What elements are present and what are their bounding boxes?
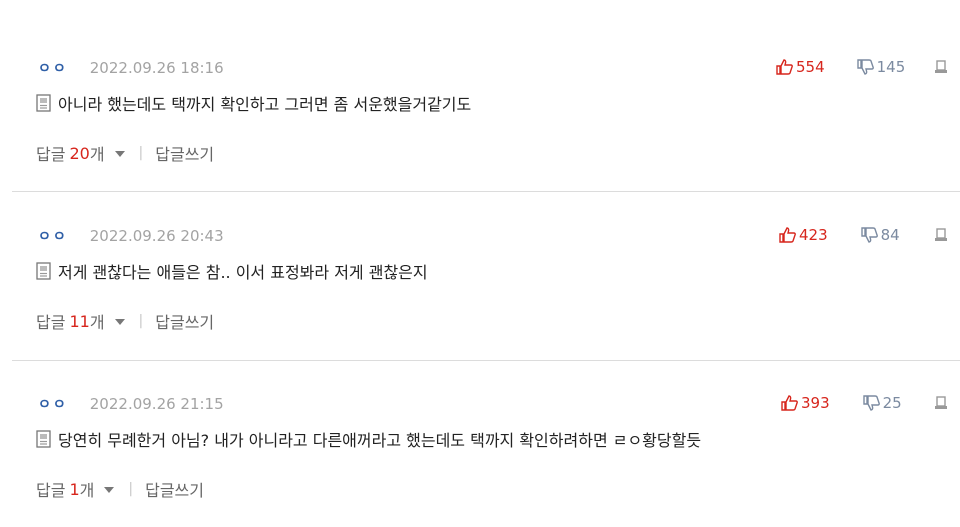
reply-count: 1 xyxy=(69,479,80,499)
thumbs-down-icon xyxy=(862,395,880,411)
thumbs-up-icon xyxy=(776,59,793,75)
like-count: 393 xyxy=(801,394,830,412)
report-icon[interactable] xyxy=(934,60,948,74)
vote-group: 393 25 xyxy=(781,392,902,414)
comment-meta: ㅇㅇ 2022.09.26 18:16 xyxy=(38,58,224,78)
comment-text: 저게 괜찮다는 애들은 참.. 이서 표정봐라 저게 괜찮은지 xyxy=(58,263,428,282)
vote-group: 554 145 xyxy=(776,56,905,78)
comment-item: ㅇㅇ 2022.09.26 20:43 423 84 저게 괜찮다는 애들은 참… xyxy=(0,168,960,361)
reply-toggle[interactable]: 답글 11 개 xyxy=(36,309,135,333)
comment-body: 저게 괜찮다는 애들은 참.. 이서 표정봐라 저게 괜찮은지 xyxy=(36,260,428,282)
comment-text: 당연히 무례한거 아님? 내가 아니라고 다른애꺼라고 했는데도 택까지 확인하… xyxy=(58,431,702,450)
nickname[interactable]: ㅇㅇ xyxy=(38,394,68,414)
reply-label: 답글 xyxy=(36,145,66,164)
thumbs-down-icon xyxy=(860,227,878,243)
separator: | xyxy=(138,145,144,161)
thumbs-up-icon xyxy=(779,227,796,243)
nickname[interactable]: ㅇㅇ xyxy=(38,226,68,246)
separator: | xyxy=(138,313,144,329)
thumbs-up-icon xyxy=(781,395,798,411)
vote-group: 423 84 xyxy=(779,224,900,246)
document-icon xyxy=(36,94,51,112)
reply-label: 답글 xyxy=(36,481,66,500)
report-icon[interactable] xyxy=(934,228,948,242)
dislike-count: 145 xyxy=(876,58,906,76)
thumbs-down-icon xyxy=(856,59,874,75)
comment-item: ㅇㅇ 2022.09.26 21:15 393 25 당연히 무례한거 아님? … xyxy=(0,336,960,504)
dislike-count: 84 xyxy=(880,226,900,244)
dislike-button[interactable]: 84 xyxy=(860,226,900,244)
comment-body: 아니라 했는데도 택까지 확인하고 그러면 좀 서운했을거같기도 xyxy=(36,92,471,114)
document-icon xyxy=(36,262,51,280)
reply-toggle[interactable]: 답글 20 개 xyxy=(36,141,135,165)
comment-date: 2022.09.26 18:16 xyxy=(89,59,224,77)
write-reply-button[interactable]: 답글쓰기 xyxy=(145,477,204,501)
reply-unit: 개 xyxy=(89,313,105,332)
comment-date: 2022.09.26 21:15 xyxy=(89,395,224,413)
caret-down-icon[interactable] xyxy=(114,151,125,157)
comment-item: ㅇㅇ 2022.09.26 18:16 554 145 아니라 했는데도 택까지… xyxy=(0,0,960,192)
comment-meta: ㅇㅇ 2022.09.26 21:15 xyxy=(38,394,224,414)
separator: | xyxy=(128,481,134,497)
like-button[interactable]: 554 xyxy=(776,58,825,76)
write-reply-button[interactable]: 답글쓰기 xyxy=(155,309,214,333)
dislike-button[interactable]: 25 xyxy=(862,394,902,412)
write-reply-button[interactable]: 답글쓰기 xyxy=(155,141,214,165)
like-button[interactable]: 393 xyxy=(781,394,830,412)
caret-down-icon[interactable] xyxy=(104,487,115,493)
like-button[interactable]: 423 xyxy=(779,226,828,244)
reply-count: 20 xyxy=(69,143,90,163)
comment-date: 2022.09.26 20:43 xyxy=(89,227,224,245)
reply-row: 답글 1 개 | 답글쓰기 xyxy=(36,477,204,501)
reply-unit: 개 xyxy=(89,145,105,164)
report-icon[interactable] xyxy=(934,396,948,410)
comment-text: 아니라 했는데도 택까지 확인하고 그러면 좀 서운했을거같기도 xyxy=(58,95,472,114)
reply-label: 답글 xyxy=(36,313,66,332)
document-icon xyxy=(36,430,51,448)
nickname[interactable]: ㅇㅇ xyxy=(38,58,68,78)
reply-count: 11 xyxy=(69,311,90,331)
comment-body: 당연히 무례한거 아님? 내가 아니라고 다른애꺼라고 했는데도 택까지 확인하… xyxy=(36,428,701,450)
reply-row: 답글 11 개 | 답글쓰기 xyxy=(36,309,214,333)
comment-meta: ㅇㅇ 2022.09.26 20:43 xyxy=(38,226,224,246)
reply-unit: 개 xyxy=(79,481,95,500)
like-count: 423 xyxy=(799,226,828,244)
reply-row: 답글 20 개 | 답글쓰기 xyxy=(36,141,214,165)
caret-down-icon[interactable] xyxy=(114,319,125,325)
like-count: 554 xyxy=(796,58,825,76)
dislike-count: 25 xyxy=(882,394,902,412)
dislike-button[interactable]: 145 xyxy=(856,58,906,76)
reply-toggle[interactable]: 답글 1 개 xyxy=(36,477,124,501)
